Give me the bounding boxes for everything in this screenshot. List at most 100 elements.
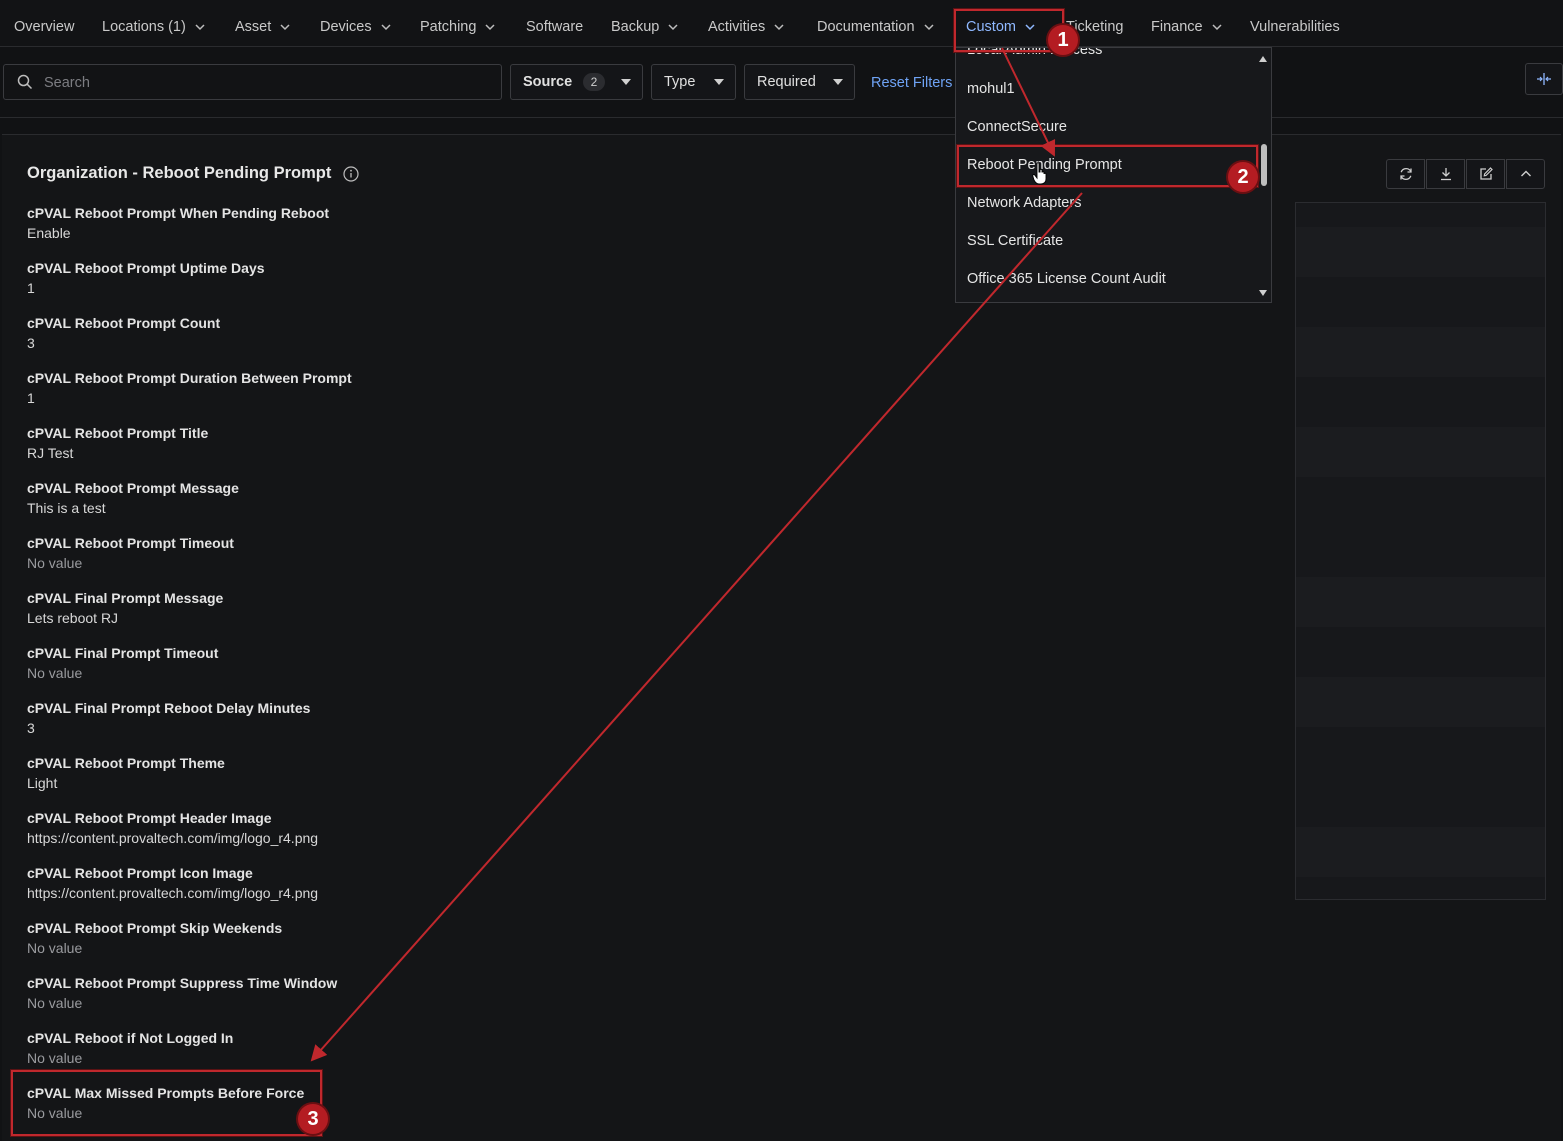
nav-overview[interactable]: Overview <box>14 19 74 35</box>
field-label: cPVAL Reboot if Not Logged In <box>27 1030 234 1046</box>
menu-item-mohul1[interactable]: mohul1 <box>967 81 1015 97</box>
info-icon[interactable] <box>343 165 359 182</box>
top-navigation: Overview Locations (1) Asset Devices Pat… <box>0 0 1563 47</box>
scroll-up-arrow-icon[interactable] <box>1259 56 1267 62</box>
edit-icon <box>1479 167 1493 180</box>
panel-title: Organization - Reboot Pending Prompt <box>27 164 359 183</box>
field-value: No value <box>27 995 83 1011</box>
field-final-prompt-reboot-delay: cPVAL Final Prompt Reboot Delay Minutes 3 <box>27 698 310 738</box>
preview-band <box>1296 677 1545 727</box>
chevron-down-icon <box>381 24 391 31</box>
search-box <box>3 64 502 101</box>
filter-bar: Source 2 Type Required Reset Filters <box>0 47 1563 118</box>
nav-documentation[interactable]: Documentation <box>817 19 935 35</box>
chevron-up-icon <box>1520 170 1531 177</box>
field-value: https://content.provaltech.com/img/logo_… <box>27 830 319 846</box>
step-badge-1: 1 <box>1048 25 1078 55</box>
edit-button[interactable] <box>1466 159 1505 189</box>
source-filter-dropdown[interactable]: Source 2 <box>510 64 643 100</box>
collapse-panel-button[interactable] <box>1506 159 1545 189</box>
search-input[interactable] <box>42 65 486 101</box>
scroll-down-arrow-icon[interactable] <box>1259 290 1267 296</box>
nav-patching[interactable]: Patching <box>420 19 496 35</box>
type-filter-dropdown[interactable]: Type <box>651 64 736 100</box>
chevron-down-icon <box>280 24 290 31</box>
menu-scrollbar-thumb[interactable] <box>1261 144 1267 186</box>
highlight-max-missed-field <box>11 1070 322 1136</box>
chevron-down-icon <box>485 24 495 31</box>
menu-item-connectsecure[interactable]: ConnectSecure <box>967 119 1067 135</box>
highlight-reboot-pending-item <box>957 145 1258 187</box>
field-label: cPVAL Reboot Prompt Title <box>27 425 209 441</box>
field-value: No value <box>27 555 83 571</box>
expand-collapse-button[interactable] <box>1525 63 1563 95</box>
preview-band <box>1296 577 1545 627</box>
nav-locations[interactable]: Locations (1) <box>102 19 206 35</box>
field-final-prompt-message: cPVAL Final Prompt Message Lets reboot RJ <box>27 588 223 628</box>
field-value: Enable <box>27 225 71 241</box>
field-reboot-prompt-skip-weekends: cPVAL Reboot Prompt Skip Weekends No valu… <box>27 918 282 958</box>
chevron-down-icon <box>924 24 934 31</box>
field-value: This is a test <box>27 500 106 516</box>
field-reboot-prompt-timeout: cPVAL Reboot Prompt Timeout No value <box>27 533 234 573</box>
field-reboot-if-not-logged-in: cPVAL Reboot if Not Logged In No value <box>27 1028 233 1068</box>
field-value: 1 <box>27 390 35 406</box>
download-button[interactable] <box>1426 159 1465 189</box>
field-label: cPVAL Final Prompt Timeout <box>27 645 219 661</box>
field-value: Lets reboot RJ <box>27 610 119 626</box>
field-label: cPVAL Reboot Prompt Theme <box>27 755 225 771</box>
field-reboot-prompt-count: cPVAL Reboot Prompt Count 3 <box>27 313 220 353</box>
refresh-button[interactable] <box>1386 159 1425 189</box>
field-label: cPVAL Reboot Prompt Message <box>27 480 239 496</box>
menu-item-network-adapters[interactable]: Network Adapters <box>967 195 1081 211</box>
chevron-down-icon <box>668 24 678 31</box>
field-label: cPVAL Reboot Prompt Duration Between Pro… <box>27 370 352 386</box>
nav-asset[interactable]: Asset <box>235 19 291 35</box>
nav-activities[interactable]: Activities <box>708 19 785 35</box>
field-label: cPVAL Final Prompt Message <box>27 590 224 606</box>
field-reboot-prompt-suppress-window: cPVAL Reboot Prompt Suppress Time Window… <box>27 973 337 1013</box>
field-value: RJ Test <box>27 445 74 461</box>
field-value: No value <box>27 940 83 956</box>
field-value: Light <box>27 775 58 791</box>
menu-item-office365-license[interactable]: Office 365 License Count Audit <box>967 271 1166 287</box>
step-badge-2: 2 <box>1228 162 1258 192</box>
field-label: cPVAL Reboot Prompt Header Image <box>27 810 272 826</box>
highlight-custom-tab <box>954 9 1064 52</box>
field-label: cPVAL Final Prompt Reboot Delay Minutes <box>27 700 311 716</box>
field-value: No value <box>27 1050 83 1066</box>
caret-down-icon <box>621 79 631 85</box>
field-reboot-prompt-title: cPVAL Reboot Prompt Title RJ Test <box>27 423 208 463</box>
preview-band <box>1296 827 1545 877</box>
field-label: cPVAL Reboot Prompt Icon Image <box>27 865 253 881</box>
source-filter-count: 2 <box>583 73 605 91</box>
chevron-down-icon <box>1212 24 1222 31</box>
required-filter-dropdown[interactable]: Required <box>744 64 855 100</box>
reset-filters-link[interactable]: Reset Filters <box>871 75 952 91</box>
caret-down-icon <box>714 79 724 85</box>
preview-band <box>1296 427 1545 477</box>
field-reboot-prompt-theme: cPVAL Reboot Prompt Theme Light <box>27 753 225 793</box>
caret-down-icon <box>833 79 843 85</box>
preview-band <box>1296 327 1545 377</box>
chevron-down-icon <box>774 24 784 31</box>
nav-finance[interactable]: Finance <box>1151 19 1223 35</box>
field-reboot-prompt-message: cPVAL Reboot Prompt Message This is a tes… <box>27 478 239 518</box>
side-preview-area <box>1295 202 1546 900</box>
menu-item-ssl-certificate[interactable]: SSL Certificate <box>967 233 1063 249</box>
field-value: 3 <box>27 720 35 736</box>
split-view-icon <box>1537 73 1551 85</box>
nav-backup[interactable]: Backup <box>611 19 679 35</box>
field-label: cPVAL Reboot Prompt Uptime Days <box>27 260 265 276</box>
nav-devices[interactable]: Devices <box>320 19 392 35</box>
refresh-icon <box>1399 168 1412 180</box>
required-filter-label: Required <box>757 74 816 90</box>
field-label: cPVAL Reboot Prompt Count <box>27 315 221 331</box>
field-value: 3 <box>27 335 35 351</box>
field-reboot-prompt-icon-image: cPVAL Reboot Prompt Icon Image https://co… <box>27 863 318 903</box>
nav-vulnerabilities[interactable]: Vulnerabilities <box>1250 19 1340 35</box>
step-badge-3: 3 <box>298 1104 328 1134</box>
field-label: cPVAL Reboot Prompt Timeout <box>27 535 234 551</box>
preview-band <box>1296 227 1545 277</box>
nav-software[interactable]: Software <box>526 19 583 35</box>
